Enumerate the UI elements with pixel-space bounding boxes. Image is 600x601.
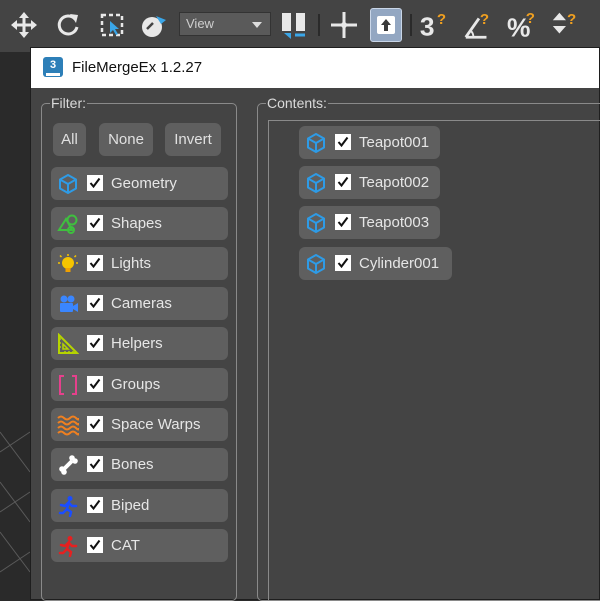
content-checkbox[interactable] [335,214,351,230]
content-checkbox[interactable] [335,134,351,150]
filter-item-label: Geometry [111,175,177,192]
filter-checkbox-geometry[interactable] [87,175,103,191]
filter-checkbox-bones[interactable] [87,456,103,472]
camera-icon [60,295,78,312]
filter-item-lights[interactable]: Lights [51,247,228,280]
filter-checkbox-helpers[interactable] [87,335,103,351]
content-item[interactable]: Cylinder001 [299,247,452,280]
filter-item-geometry[interactable]: Geometry [51,167,228,200]
content-item-label: Cylinder001 [359,255,440,272]
svg-text:?: ? [480,11,489,28]
angle-snap-icon[interactable]: ? [462,8,494,42]
filter-checkbox-groups[interactable] [87,376,103,392]
toolbar-separator [318,14,320,36]
content-checkbox[interactable] [335,255,351,271]
filter-item-biped[interactable]: Biped [51,489,228,522]
content-checkbox[interactable] [335,174,351,190]
none-button[interactable]: None [99,123,153,156]
content-item-label: Teapot003 [359,214,430,231]
content-item[interactable]: Teapot002 [299,166,440,199]
app-icon-bar [46,73,60,76]
filter-item-label: Bones [111,456,154,473]
link-icon[interactable] [138,8,170,42]
toolbar-separator [410,14,412,36]
filter-checkbox-biped[interactable] [87,497,103,513]
window-title: FileMergeEx 1.2.27 [72,59,203,76]
all-button[interactable]: All [53,123,86,156]
filemergeex-window: 3 FileMergeEx 1.2.27 Filter: All None In… [30,47,600,601]
contents-group-label: Contents: [266,95,328,111]
filter-item-label: Cameras [111,295,172,312]
svg-text:?: ? [567,11,576,28]
content-item-label: Teapot001 [359,134,430,151]
view-dropdown-label: View [186,16,214,31]
geometry-cube-icon [307,173,325,193]
percent-snap-icon[interactable]: %? [506,8,538,42]
filter-item-label: Lights [111,255,152,272]
content-item[interactable]: Teapot003 [299,206,440,239]
chevron-down-icon [252,22,262,28]
filter-checkbox-shapes[interactable] [87,215,103,231]
snap-3-icon[interactable]: 3? [418,8,450,42]
geometry-cube-icon [307,254,325,274]
rotate-icon[interactable] [52,8,84,42]
filter-item-label: CAT [111,537,140,554]
filter-item-groups[interactable]: Groups [51,368,228,401]
move-icon[interactable] [8,8,40,42]
filter-checkbox-cat[interactable] [87,537,103,553]
shapes-icon [57,214,78,234]
active-mode-icon[interactable] [370,8,402,42]
filter-item-cameras[interactable]: Cameras [51,287,228,320]
geometry-cube-icon [59,174,77,194]
filter-item-label: Shapes [111,215,162,232]
filter-item-label: Space Warps [111,416,201,433]
filter-item-bones[interactable]: Bones [51,448,228,481]
pivot-icon[interactable] [328,8,360,42]
filter-group-label: Filter: [50,95,87,111]
svg-text:3: 3 [420,11,435,41]
bone-icon [59,455,78,475]
snap-icon[interactable] [278,8,310,42]
filter-item-shapes[interactable]: Shapes [51,207,228,240]
light-bulb-icon [58,254,78,272]
geometry-cube-icon [307,133,325,153]
cat-runner-icon [58,536,78,557]
view-dropdown[interactable]: View [179,12,271,36]
select-region-icon[interactable] [96,8,128,42]
svg-text:?: ? [437,11,446,28]
filter-checkbox-lights[interactable] [87,255,103,271]
helper-ruler-icon [58,333,79,354]
group-brackets-icon [59,375,77,395]
filter-item-label: Biped [111,497,150,514]
filter-item-label: Helpers [111,335,163,352]
filter-item-label: Groups [111,376,161,393]
main-toolbar: View 3? ? %? ? [0,0,600,52]
geometry-cube-icon [307,213,325,233]
app-icon: 3 [43,57,63,77]
filter-item-cat[interactable]: CAT [51,529,228,562]
filter-checkbox-cameras[interactable] [87,295,103,311]
space-warp-icon [57,415,79,436]
svg-text:?: ? [526,10,535,27]
content-item-label: Teapot002 [359,174,430,191]
window-titlebar[interactable]: 3 FileMergeEx 1.2.27 [31,48,599,88]
app-icon-text: 3 [49,59,57,71]
spinner-snap-icon[interactable]: ? [550,8,582,42]
biped-runner-icon [58,496,78,517]
content-item[interactable]: Teapot001 [299,126,440,159]
invert-button[interactable]: Invert [165,123,221,156]
filter-item-helpers[interactable]: Helpers [51,327,228,360]
filter-checkbox-space-warps[interactable] [87,416,103,432]
filter-item-space-warps[interactable]: Space Warps [51,408,228,441]
